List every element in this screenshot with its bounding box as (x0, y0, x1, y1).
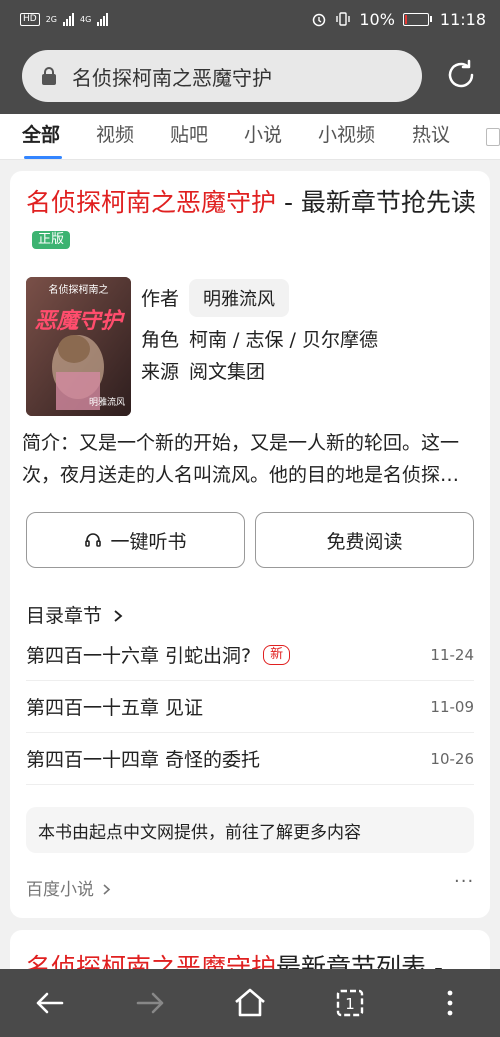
tab-hot-topics[interactable]: 热议 (412, 120, 450, 147)
chapter-title: 第四百一十四章 奇怪的委托 (26, 749, 261, 771)
search-box[interactable]: 名侦探柯南之恶魔守护 (22, 50, 422, 102)
toc-label: 目录章节 (26, 605, 103, 627)
forward-arrow-icon[interactable] (132, 985, 168, 1021)
new-badge: 新 (263, 644, 291, 665)
result-title-suffix: - 最新章节抢先读 (276, 188, 476, 217)
menu-icon[interactable] (432, 985, 468, 1021)
cover-top-text: 名侦探柯南之 (48, 285, 109, 296)
author-line: 作者 明雅流风 (141, 279, 290, 317)
book-summary[interactable]: 简介：又是一个新的开始，又是一人新的轮回。这一次，夜月送走的人名叫流风。他的目的… (22, 427, 478, 491)
alarm-icon (313, 13, 326, 27)
free-read-button[interactable]: 免费阅读 (255, 512, 474, 568)
result-title[interactable]: 名侦探柯南之恶魔守护 - 最新章节抢先读正版 (26, 185, 476, 257)
roles-value: 柯南 / 志保 / 贝尔摩德 (189, 329, 378, 351)
refresh-icon[interactable] (444, 58, 478, 92)
lock-icon (42, 67, 56, 85)
chapter-row[interactable]: 第四百一十四章 奇怪的委托 10-26 (26, 733, 474, 785)
status-bar: HD 2G 4G 10% 11:18 (0, 0, 500, 38)
clock: 11:18 (439, 9, 486, 29)
tab-short-video[interactable]: 小视频 (318, 120, 375, 147)
vibrate-icon (336, 12, 351, 26)
roles-label: 角色 (141, 329, 180, 351)
chapter-date: 11-24 (430, 645, 474, 664)
source-value: 阅文集团 (189, 361, 266, 383)
chapter-date: 11-09 (430, 697, 474, 716)
signal-icon-1 (63, 12, 74, 26)
provider-name: 百度小说 (26, 880, 94, 900)
chevron-right-icon (114, 610, 123, 622)
browser-toolbar: 名侦探柯南之恶魔守护 (0, 38, 500, 114)
network-type-1: 2G (45, 14, 57, 24)
search-query: 名侦探柯南之恶魔守护 (72, 65, 272, 90)
source-label: 来源 (141, 361, 180, 383)
table-of-contents-link[interactable]: 目录章节 (26, 601, 124, 628)
tab-all[interactable]: 全部 (22, 120, 60, 147)
provider-link[interactable]: 百度小说 (26, 875, 112, 900)
signal-icon-2 (97, 12, 109, 26)
cover-author-text: 明雅流风 (88, 398, 125, 408)
author-label: 作者 (141, 288, 180, 310)
result-card: 名侦探柯南之恶魔守护 - 最新章节抢先读正版 名侦探柯南之 恶魔守护 明雅流风 … (10, 171, 490, 918)
source-line: 来源 阅文集团 (141, 357, 265, 384)
tab-tieba[interactable]: 贴吧 (170, 120, 208, 147)
tab-novel[interactable]: 小说 (244, 120, 282, 147)
chapter-row[interactable]: 第四百一十五章 见证 11-09 (26, 681, 474, 733)
battery-icon (402, 12, 432, 26)
cover-main-text: 恶魔守护 (34, 309, 123, 334)
browser-nav-bar: 1 (0, 969, 500, 1037)
free-read-label: 免费阅读 (326, 530, 403, 553)
author-chip[interactable]: 明雅流风 (189, 279, 290, 317)
back-arrow-icon[interactable] (32, 985, 68, 1021)
hd-voice-icon: HD (20, 12, 40, 26)
chapter-date: 10-26 (430, 749, 474, 768)
book-cover[interactable]: 名侦探柯南之 恶魔守护 明雅流风 (26, 277, 131, 416)
official-badge: 正版 (32, 231, 71, 249)
active-tab-indicator (24, 156, 62, 159)
windows-icon[interactable]: 1 (332, 985, 368, 1021)
listen-book-button[interactable]: 一键听书 (26, 512, 245, 568)
chapter-title: 第四百一十六章 引蛇出洞? (26, 645, 252, 667)
chevron-right-icon (103, 884, 111, 895)
chapter-title: 第四百一十五章 见证 (26, 697, 204, 719)
search-tabs: 全部 视频 贴吧 小说 小视频 热议 (0, 114, 500, 160)
listen-book-label: 一键听书 (110, 530, 187, 553)
provider-notice[interactable]: 本书由起点中文网提供，前往了解更多内容 (26, 807, 474, 853)
battery-percent: 10% (359, 9, 395, 29)
chapter-row[interactable]: 第四百一十六章 引蛇出洞? 新 11-24 (26, 629, 474, 681)
home-icon[interactable] (232, 985, 268, 1021)
network-type-2: 4G (80, 14, 92, 24)
result-title-keyword: 名侦探柯南之恶魔守护 (26, 188, 277, 217)
tab-video[interactable]: 视频 (96, 120, 134, 147)
headphones-icon (85, 533, 102, 547)
more-tabs-icon[interactable] (486, 128, 500, 146)
more-options-icon[interactable]: ··· (454, 871, 474, 892)
roles-line: 角色 柯南 / 志保 / 贝尔摩德 (141, 325, 378, 352)
svg-text:1: 1 (345, 995, 355, 1013)
